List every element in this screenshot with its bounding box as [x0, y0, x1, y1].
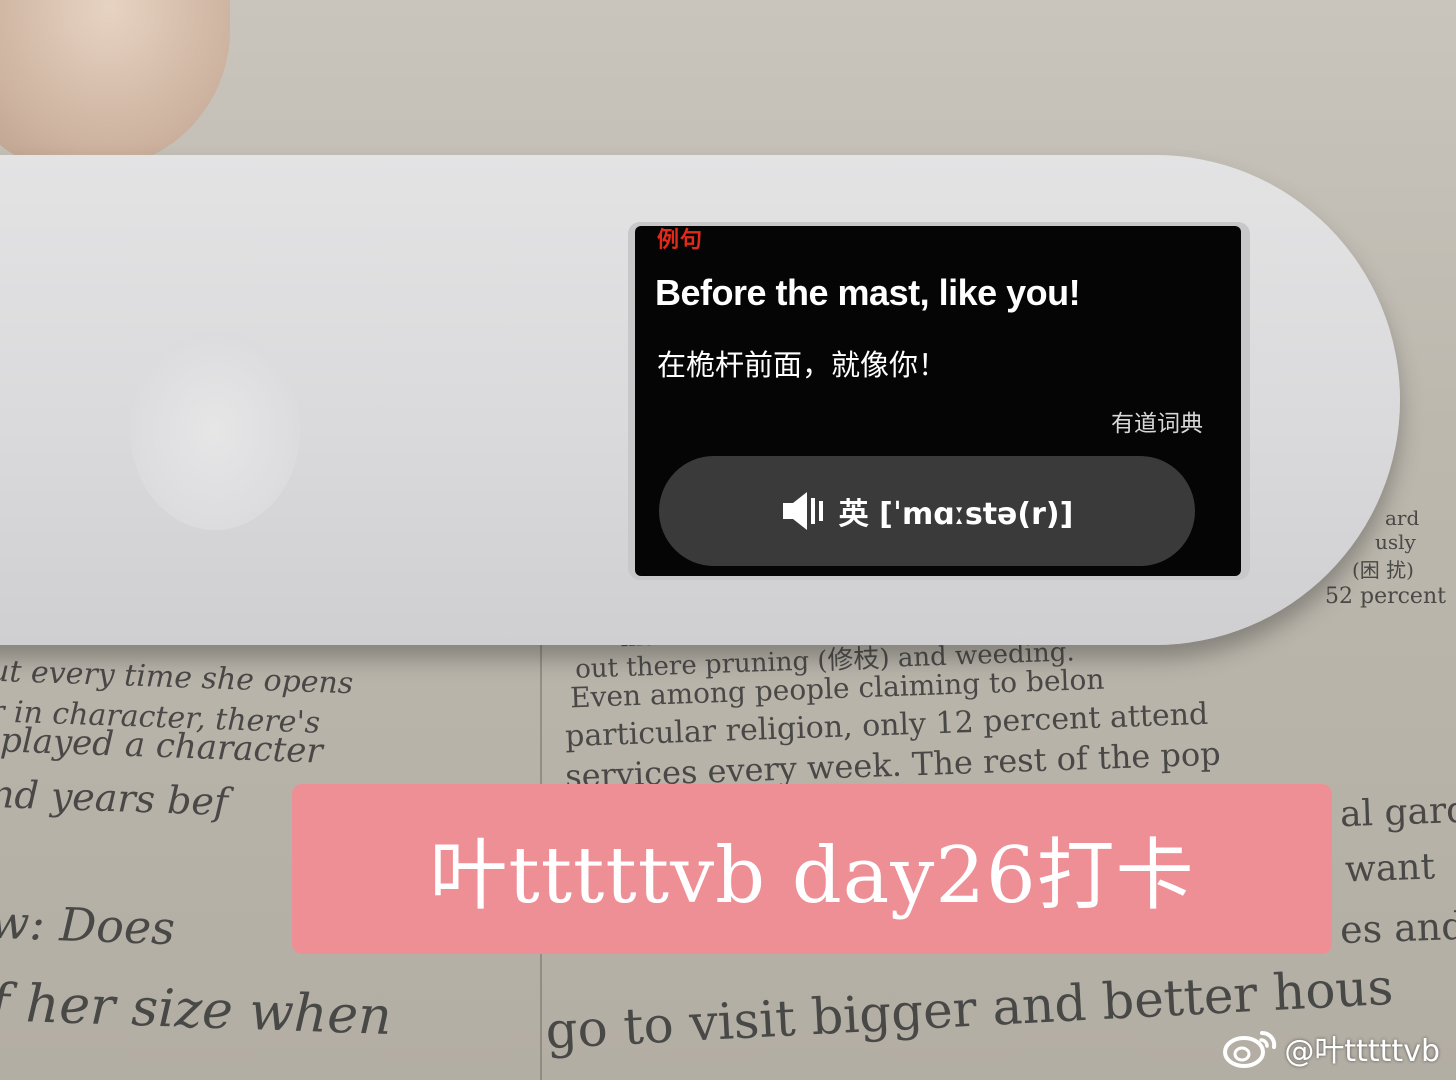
watermark-text: @叶tttttvb	[1284, 1034, 1440, 1069]
caption-banner: 叶tttttvb day26打卡	[292, 784, 1332, 954]
newspaper-line: es and	[1339, 903, 1456, 953]
sentence-english: Before the mast, like you!	[655, 272, 1081, 313]
watermark: @叶tttttvb	[1222, 1026, 1440, 1070]
newspaper-line: al gard	[1339, 789, 1456, 836]
pen-screen: 例句 Before the mast, like you! 在桅杆前面，就像你！…	[635, 226, 1241, 576]
newspaper-line: nd years bef	[0, 771, 229, 825]
speaker-icon	[782, 492, 823, 530]
caption-text: 叶tttttvb day26打卡	[429, 831, 1195, 921]
newspaper-line: ut every time she opens	[0, 653, 354, 702]
newspaper-line: (困 扰)	[1352, 558, 1414, 582]
newspaper-faint-text	[250, 10, 256, 31]
newspaper-line: want	[1344, 846, 1436, 891]
example-sentence-tag: 例句	[657, 228, 704, 253]
newspaper-line: f her size when	[0, 973, 393, 1047]
newspaper-line: ard	[1385, 506, 1420, 530]
pronunciation-button[interactable]: 英 [ˈmɑːstə(r)]	[659, 456, 1195, 566]
newspaper-line: 52 percent	[1325, 584, 1446, 609]
pen-scan-button[interactable]	[130, 330, 300, 530]
dictionary-source: 有道词典	[1111, 411, 1203, 437]
sentence-translation: 在桅杆前面，就像你！	[657, 348, 948, 382]
phonetic-text: 英 [ˈmɑːstə(r)]	[838, 497, 1074, 532]
newspaper-line: w: Does	[0, 894, 176, 956]
weibo-icon	[1223, 1030, 1277, 1068]
newspaper-line: usly	[1375, 530, 1416, 554]
